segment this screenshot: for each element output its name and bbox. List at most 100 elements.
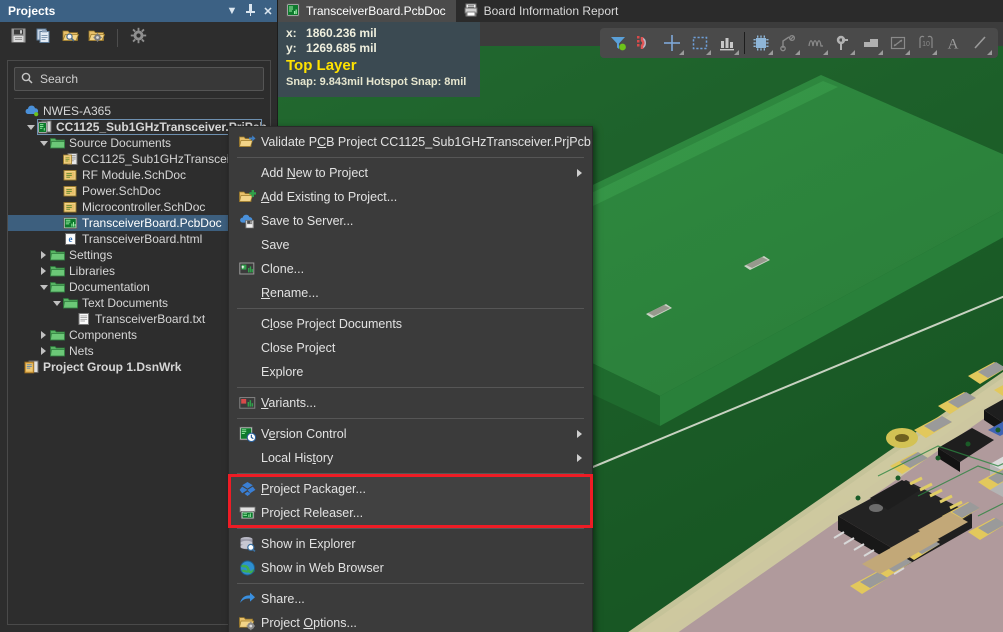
chevron-down-icon[interactable] <box>706 50 712 55</box>
tab-board-information-report[interactable]: Board Information Report <box>456 0 629 22</box>
pcb-doc-icon <box>286 3 300 20</box>
line-icon[interactable] <box>968 30 993 56</box>
menu-item-label: Validate PCB Project CC1125_Sub1GHzTrans… <box>261 135 591 149</box>
pcb-doc-icon <box>62 216 78 230</box>
gear-icon[interactable] <box>130 27 147 49</box>
via-pad-icon[interactable] <box>831 30 856 56</box>
menu-item-validate-pcb-project-cc1125-sub1ghztransceiver-prjpcb[interactable]: Validate PCB Project CC1125_Sub1GHzTrans… <box>229 130 592 154</box>
status-x-value: 1860.236 mil <box>306 26 377 40</box>
svg-text:A: A <box>947 37 958 53</box>
menu-item-save[interactable]: Save <box>229 233 592 257</box>
expand-arrow-closed-icon[interactable] <box>38 347 49 355</box>
sch-doc-icon <box>62 184 78 198</box>
menu-separator <box>237 308 584 309</box>
menu-item-show-in-explorer[interactable]: Show in Explorer <box>229 532 592 556</box>
expand-arrow-closed-icon[interactable] <box>38 251 49 259</box>
menu-item-explore[interactable]: Explore <box>229 360 592 384</box>
expand-arrow-closed-icon[interactable] <box>38 331 49 339</box>
coordinate-icon[interactable]: 10 <box>913 30 938 56</box>
squiggle-tune-icon[interactable] <box>803 30 828 56</box>
expand-arrow-open-icon[interactable] <box>38 140 49 146</box>
route-trace-icon[interactable] <box>776 30 801 56</box>
submenu-arrow-icon <box>577 430 582 438</box>
expand-arrow-open-icon[interactable] <box>51 300 62 306</box>
chevron-down-icon[interactable] <box>850 50 856 55</box>
menu-item-show-in-web-browser[interactable]: Show in Web Browser <box>229 556 592 580</box>
chevron-down-icon[interactable] <box>733 50 739 55</box>
close-icon[interactable]: ✕ <box>259 5 277 18</box>
menu-item-save-to-server[interactable]: Save to Server... <box>229 209 592 233</box>
selection-rect-icon[interactable] <box>687 30 712 56</box>
chevron-down-icon[interactable] <box>768 50 774 55</box>
add-existing-icon <box>233 189 261 205</box>
menu-separator <box>237 387 584 388</box>
tree-item-label: Text Documents <box>82 296 169 310</box>
menu-item-add-existing-to-project[interactable]: Add Existing to Project... <box>229 185 592 209</box>
menu-item-close-project[interactable]: Close Project <box>229 336 592 360</box>
expand-arrow-open-icon[interactable] <box>38 284 49 290</box>
tree-item-label: Nets <box>69 344 94 358</box>
expand-arrow-closed-icon[interactable] <box>38 267 49 275</box>
polygon-fill-icon[interactable] <box>858 30 883 56</box>
tree-item-label: Documentation <box>69 280 150 294</box>
document-tab-strip[interactable]: TransceiverBoard.PcbDoc Board Informatio… <box>278 0 1003 22</box>
search-input[interactable]: Search <box>14 67 264 91</box>
menu-item-project-releaser[interactable]: Project Releaser... <box>229 501 592 525</box>
chevron-down-icon[interactable] <box>986 50 992 55</box>
chevron-down-icon[interactable] <box>932 50 938 55</box>
text-string-icon[interactable]: A <box>940 30 965 56</box>
chevron-down-icon[interactable] <box>877 50 883 55</box>
tree-item-label: NWES-A365 <box>43 104 112 118</box>
menu-item-add-new-to-project[interactable]: Add New to Project <box>229 161 592 185</box>
report-doc-icon <box>464 3 478 20</box>
menu-item-project-options[interactable]: Project Options... <box>229 611 592 632</box>
sch-doc-icon <box>62 168 78 182</box>
menu-item-version-control[interactable]: Version Control <box>229 422 592 446</box>
menu-item-label: Version Control <box>261 427 347 441</box>
project-context-menu[interactable]: Validate PCB Project CC1125_Sub1GHzTrans… <box>228 126 593 632</box>
cursor-status-overlay: x: 1860.236 mil y: 1269.685 mil Top Laye… <box>278 22 480 97</box>
menu-item-label: Clone... <box>261 262 305 276</box>
menu-item-label: Close Project <box>261 341 336 355</box>
layers-bars-icon[interactable] <box>714 30 739 56</box>
tab-transceiverboard-pcbdoc[interactable]: TransceiverBoard.PcbDoc <box>278 0 456 22</box>
open-folder-search-icon[interactable] <box>62 27 80 49</box>
chevron-down-icon[interactable] <box>904 50 910 55</box>
menu-item-project-packager[interactable]: Project Packager... <box>229 477 592 501</box>
projects-panel-toolbar[interactable] <box>0 22 277 54</box>
menu-item-clone[interactable]: Clone... <box>229 257 592 281</box>
tree-item-label: Settings <box>69 248 113 262</box>
menu-item-local-history[interactable]: Local History <box>229 446 592 470</box>
menu-item-share[interactable]: Share... <box>229 587 592 611</box>
expand-arrow-open-icon[interactable] <box>25 124 36 130</box>
component-chip-icon[interactable] <box>749 30 774 56</box>
status-snap: Snap: 9.843mil Hotspot Snap: 8mil <box>286 76 467 88</box>
chevron-down-icon[interactable] <box>822 50 828 55</box>
divider <box>14 98 264 99</box>
toolbar-divider <box>743 32 745 54</box>
dropdown-icon[interactable]: ▼ <box>223 5 241 17</box>
search-icon <box>21 72 33 87</box>
magnet-snap-icon[interactable] <box>632 30 657 56</box>
copy-icon[interactable] <box>36 27 53 49</box>
pin-icon[interactable] <box>241 3 259 19</box>
chevron-down-icon[interactable] <box>795 50 801 55</box>
toolbar-divider <box>117 29 118 47</box>
dimension-icon[interactable] <box>886 30 911 56</box>
save-to-server-icon <box>233 213 261 229</box>
tree-item-nwes-a365[interactable]: NWES-A365 <box>8 103 270 119</box>
crosshair-icon[interactable] <box>660 30 685 56</box>
status-layer: Top Layer <box>286 57 357 74</box>
show-in-explorer-icon <box>233 536 261 552</box>
menu-item-rename[interactable]: Rename... <box>229 281 592 305</box>
save-icon[interactable] <box>10 27 27 49</box>
submenu-arrow-icon <box>577 454 582 462</box>
pcb-tools-toolbar[interactable]: 10 A <box>600 28 998 58</box>
menu-item-variants[interactable]: Variants... <box>229 391 592 415</box>
chevron-down-icon[interactable] <box>679 50 685 55</box>
menu-item-close-project-documents[interactable]: Close Project Documents <box>229 312 592 336</box>
filter-icon[interactable] <box>605 30 630 56</box>
tree-item-label: Source Documents <box>69 136 172 150</box>
menu-separator <box>237 473 584 474</box>
folder-settings-icon[interactable] <box>88 27 106 49</box>
